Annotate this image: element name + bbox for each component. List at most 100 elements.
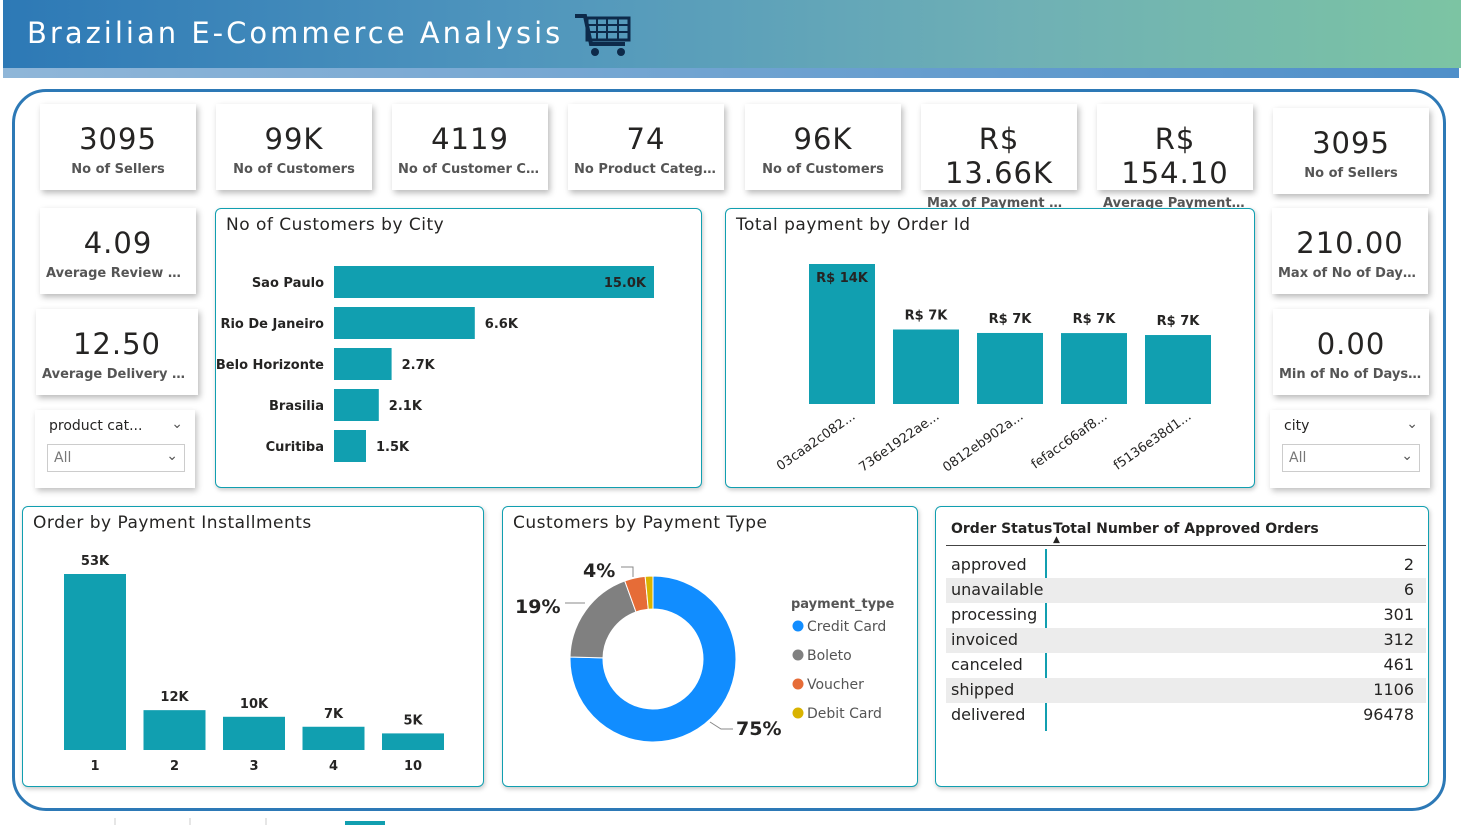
city-label: Curitiba [266,440,324,455]
chevron-down-icon: ⌄ [1401,448,1413,464]
customers-by-city-chart[interactable]: No of Customers by City Sao Paulo 15.0K Ri… [215,208,702,488]
order-value-label: R$ 14K [816,271,869,286]
kpi-value: 99K [264,122,324,156]
city-bar-chart: Sao Paulo 15.0K Rio De Janeiro 6.6K Belo Hor… [216,266,654,462]
kpi-value: 3095 [1312,126,1390,160]
table-row[interactable]: invoiced 312 [946,628,1426,653]
installment-value-label: 53K [81,554,110,569]
donut-label: 4% [583,560,615,582]
order-status-table[interactable]: Order Status Total Number of Approved Or… [935,506,1429,787]
kpi-label: No of Customers [762,162,884,177]
city-value-label: 2.1K [389,399,423,414]
legend-item: Boleto [807,648,852,664]
kpi-label: No of Customer City [398,162,546,177]
table-row[interactable]: delivered 96478 [946,703,1426,728]
order-bar [1061,333,1127,404]
table-row[interactable]: canceled 461 [946,653,1426,678]
dropdown-value: All [54,450,72,466]
chevron-down-icon: ⌄ [166,448,178,464]
chevron-down-icon[interactable]: ⌄ [1406,416,1418,432]
table-row[interactable]: shipped 1106 [946,678,1426,703]
payment-by-order-chart[interactable]: Total payment by Order Id R$ 14K 03caa2c0… [725,208,1255,488]
table-row[interactable]: approved 2 [946,553,1426,578]
kpi-card-max-payment[interactable]: R$ 13.66K Max of Payment Value [921,104,1077,211]
city-value-label: 1.5K [376,440,410,455]
kpi-value: 3095 [79,122,157,156]
city-dropdown[interactable]: All ⌄ [1282,444,1420,472]
city-value-label: 6.6K [485,317,519,332]
cell-status: shipped [951,680,1015,699]
donut-label: 75% [736,718,781,740]
header-underline [3,68,1459,78]
installment-bar [143,710,206,750]
kpi-value: R$ 13.66K [944,122,1054,190]
kpi-card-max-days[interactable]: 210.00 Max of No of Days t... [1272,208,1428,294]
order-value-label: R$ 7K [905,308,949,323]
order-bar [1145,335,1211,404]
cell-count: 312 [1383,630,1414,649]
legend-marker [792,707,804,719]
city-bar [334,348,392,380]
legend-item: Credit Card [807,619,886,635]
column-header-count[interactable]: Total Number of Approved Orders [1053,521,1319,537]
header-divider [946,545,1426,546]
slicer-title: product cat... [49,418,143,434]
kpi-card-avg-payment[interactable]: R$ 154.10 Average Payment Va... [1097,104,1253,211]
kpi-card-customer-city[interactable]: 4119 No of Customer City [392,104,548,190]
kpi-card-review-score[interactable]: 4.09 Average Review Score [40,208,196,294]
column-header-status[interactable]: Order Status [951,521,1052,537]
page-tabs-strip[interactable] [0,818,1461,825]
kpi-card-customers-2[interactable]: 96K No of Customers [745,104,901,190]
kpi-card-sellers-2[interactable]: 3095 No of Sellers [1273,108,1429,194]
kpi-card-customers[interactable]: 99K No of Customers [216,104,372,190]
sort-arrow-icon[interactable]: ▲ [1053,535,1060,545]
order-bar [977,332,1043,404]
installments-chart[interactable]: Order by Payment Installments 53K 1 12K 2 10… [22,506,484,787]
kpi-value: 210.00 [1296,226,1404,260]
page-title: Brazilian E-Commerce Analysis [27,16,564,50]
kpi-label: No Product Category [574,162,724,177]
cell-count: 1106 [1373,680,1414,699]
city-label: Brasilia [269,399,324,414]
kpi-card-delivery-days[interactable]: 12.50 Average Delivery Days [36,309,198,395]
installment-category-label: 2 [170,759,179,774]
order-id-label: 03caa2c082... [774,409,858,474]
header-banner: Brazilian E-Commerce Analysis [3,0,1461,68]
installment-category-label: 4 [329,759,338,774]
legend-marker [792,649,804,661]
kpi-value: 4.09 [83,226,153,260]
payment-type-chart[interactable]: Customers by Payment Type 75% 19% 4% paymen… [502,506,918,787]
installment-value-label: 7K [324,707,344,722]
installment-bar [302,726,365,750]
kpi-label: Min of No of Days t... [1279,367,1429,382]
order-id-label: fefacc66af8... [1029,409,1111,472]
kpi-value: 0.00 [1316,327,1386,361]
installment-bar [223,716,285,750]
legend-marker [792,678,804,690]
order-value-label: R$ 7K [989,312,1033,327]
table: Order Status Total Number of Approved Or… [946,517,1426,731]
city-slicer[interactable]: city ⌄ All ⌄ [1270,410,1430,488]
kpi-card-sellers[interactable]: 3095 No of Sellers [40,104,196,190]
cell-count: 2 [1403,555,1414,574]
order-id-label: 736e1922ae... [856,409,942,475]
chevron-down-icon[interactable]: ⌄ [171,416,183,432]
installment-category-label: 10 [404,759,422,774]
kpi-card-product-category[interactable]: 74 No Product Category [568,104,724,190]
table-row[interactable]: unavailable 6 [946,578,1426,603]
active-tab-indicator [345,821,385,825]
installment-bar [382,733,444,750]
table-header: Order Status Total Number of Approved Or… [946,517,1426,545]
donut-label: 19% [515,596,560,618]
cell-status: approved [951,555,1027,574]
kpi-label: No of Sellers [71,162,165,177]
kpi-card-min-days[interactable]: 0.00 Min of No of Days t... [1273,309,1429,395]
table-row[interactable]: processing 301 [946,603,1426,628]
installment-value-label: 10K [240,697,269,712]
product-category-dropdown[interactable]: All ⌄ [47,444,185,472]
kpi-value: 4119 [431,122,509,156]
order-id-label: 0812eb902a... [940,409,1026,475]
installment-value-label: 12K [160,690,189,705]
cell-count: 6 [1403,580,1414,599]
product-category-slicer[interactable]: product cat... ⌄ All ⌄ [35,410,195,488]
